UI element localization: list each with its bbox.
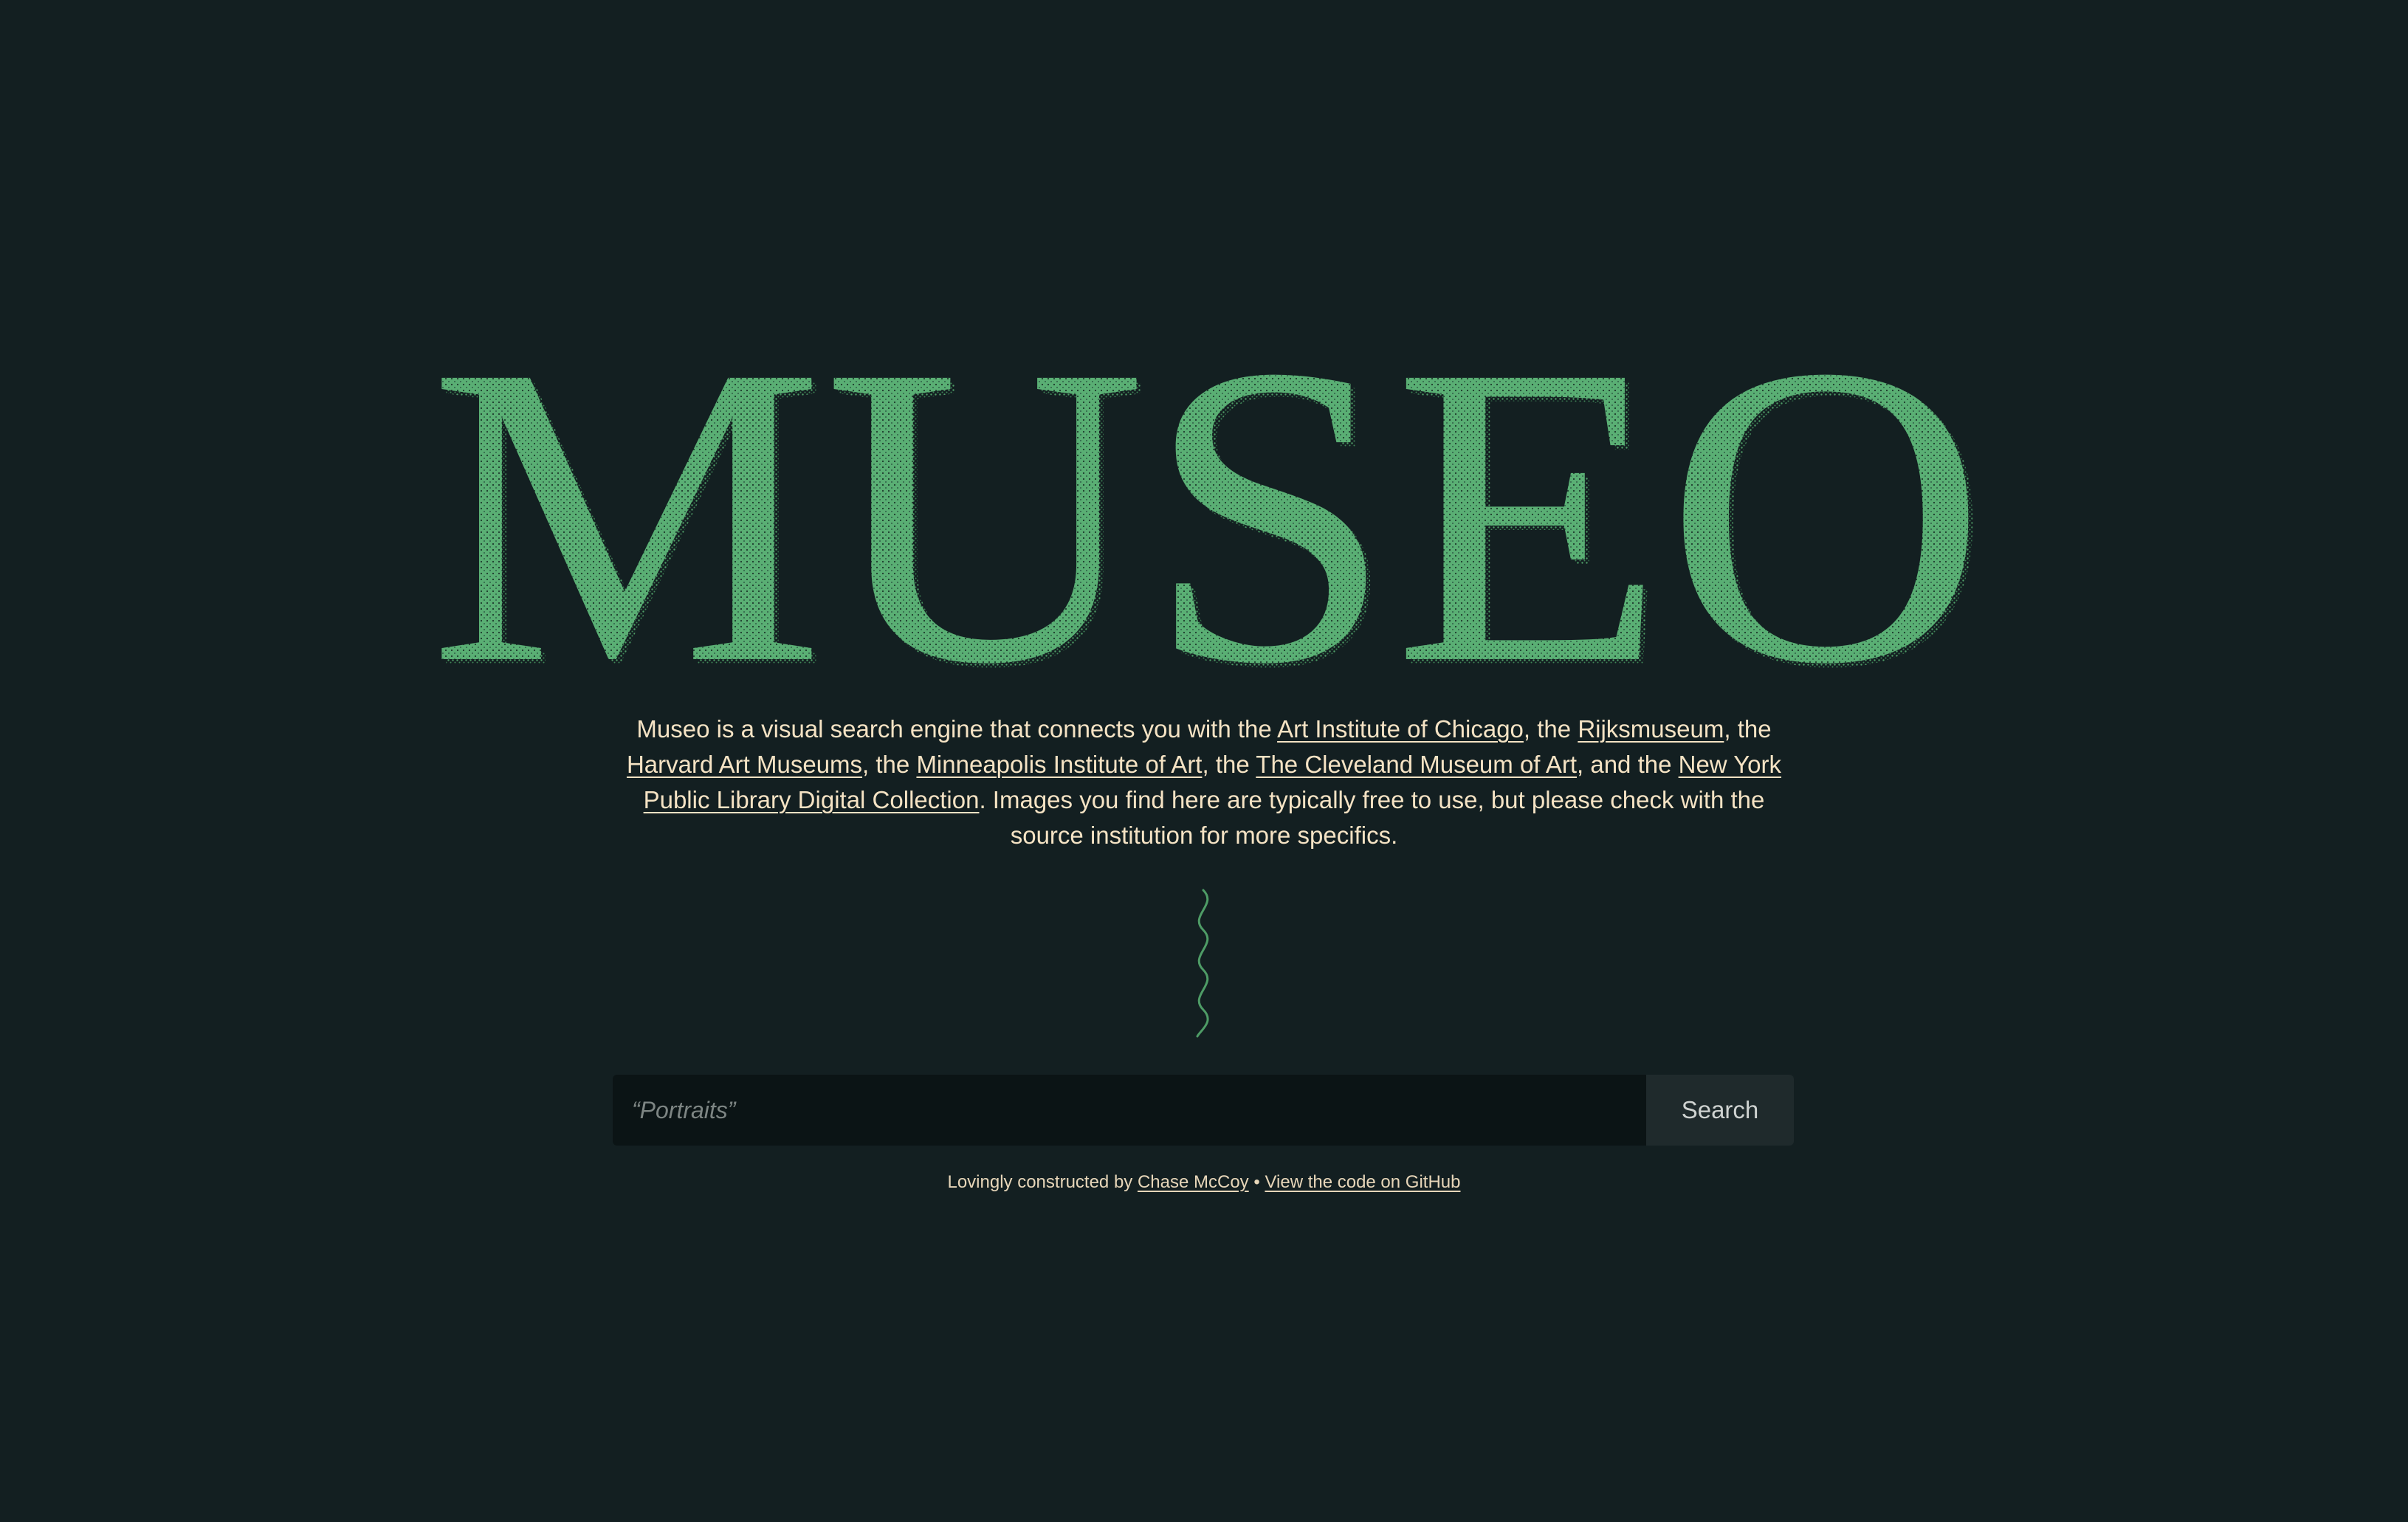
- link-minneapolis-institute-of-art[interactable]: Minneapolis Institute of Art: [916, 751, 1202, 778]
- link-art-institute-of-chicago[interactable]: Art Institute of Chicago: [1277, 715, 1524, 743]
- link-cleveland-museum-of-art[interactable]: The Cleveland Museum of Art: [1256, 751, 1577, 778]
- wordmark-text: MUSEO: [429, 336, 1986, 675]
- museo-wordmark: MUSEO MUSEO: [429, 336, 1991, 675]
- author-link[interactable]: Chase McCoy: [1138, 1172, 1249, 1192]
- intro-text: , the: [1724, 715, 1772, 743]
- squiggle-divider-icon: [1196, 889, 1209, 1038]
- footer: Lovingly constructed by Chase McCoy • Vi…: [0, 1168, 2408, 1197]
- search-button[interactable]: Search: [1646, 1075, 1794, 1146]
- intro-text: , the: [862, 751, 917, 778]
- link-rijksmuseum[interactable]: Rijksmuseum: [1578, 715, 1724, 743]
- intro-text: , the: [1523, 715, 1578, 743]
- footer-separator: •: [1248, 1172, 1265, 1192]
- intro-text: . Images you find here are typically fre…: [979, 786, 1765, 849]
- intro-text: , and the: [1577, 751, 1679, 778]
- intro-text: , the: [1202, 751, 1256, 778]
- intro-paragraph: Museo is a visual search engine that con…: [605, 712, 1803, 853]
- search-input[interactable]: [613, 1075, 1646, 1146]
- link-harvard-art-museums[interactable]: Harvard Art Museums: [627, 751, 862, 778]
- github-link[interactable]: View the code on GitHub: [1265, 1172, 1460, 1192]
- footer-credit-text: Lovingly constructed by: [947, 1172, 1138, 1192]
- search-form: Search: [613, 1075, 1794, 1146]
- intro-text: Museo is a visual search engine that con…: [636, 715, 1278, 743]
